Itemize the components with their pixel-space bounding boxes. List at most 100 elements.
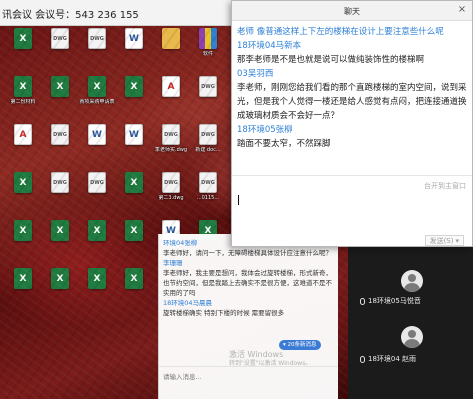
desktop-icon[interactable]: X [41,76,79,120]
video-tile-name: 18环境04 赵雨 [360,354,416,364]
desktop-icon[interactable]: X [78,268,116,312]
desktop-icon-label: 新建 doc... [195,147,221,153]
dwg-icon: DWG [51,28,69,49]
desktop-icon[interactable]: DWG [41,28,79,72]
desktop-icon-label [115,51,153,69]
avatar-icon [401,326,423,348]
desktop-icon-label: 季老师实.dwg [154,147,188,153]
desktop-icon[interactable]: DWG ...0115... [189,172,227,216]
folder-icon [162,28,180,49]
desktop-icon-label [41,195,79,213]
participant-name: 18环境05马悦音 [368,297,421,305]
desktop-icon[interactable]: X 第二份材料 [4,76,42,120]
desktop-icon-label [115,195,153,213]
send-label: 发送(S) [429,236,454,245]
message-text: 李老师好，我主要是想问，我体会过旋转楼梯，形式新奇，也节约空间，但是我踏上去确实… [163,269,332,297]
microphone-icon [360,297,365,305]
desktop-icon-label [41,99,79,117]
message-text: 李老师，刚刚您给我们看的那个直跑楼梯的室内空间，说到采光，但是我个人觉得一楼还是… [237,83,467,121]
desktop-icon[interactable]: X 赛项采购申请表 [78,76,116,120]
desktop-icon[interactable]: X [115,172,153,216]
list-item: 18环境05张柳 踏面不要太窄，不然踩脚 [237,123,469,151]
dwg-icon: DWG [199,172,217,193]
desktop-icon-label [115,291,153,309]
desktop-icon[interactable]: X [4,268,42,312]
desktop-icon[interactable]: A [4,124,42,168]
divider [159,366,338,367]
avatar-icon [401,270,423,292]
list-item: 18环境04马晨晨 旋转楼梯确实 特别下楼的时候 需要留很多 [163,298,335,318]
message-sender: 03吴羽西 [237,69,274,79]
excel-icon: X [14,28,32,49]
chat-title: 聊天 [344,7,360,16]
excel-icon: X [125,268,143,289]
excel-icon: X [14,76,32,97]
desktop-icon[interactable]: DWG [41,124,79,168]
chat-messages: 老师 像普通这样上下左的楼梯在设计上要注意些什么呢 18环境04马新本 那李老师… [237,25,469,170]
desktop-icon-label [78,243,116,261]
desktop-icon-label [78,195,116,213]
desktop-icon-label [115,147,153,165]
text-caret [238,195,239,205]
message-text: 李老师好，请问一下，无障碍楼梯具体设计应注意什么呢？ [163,249,332,257]
merge-to-main-window-link[interactable]: 台开到主窗口 [424,181,466,191]
desktop-icon-label [4,195,42,213]
desktop-icon[interactable]: W [115,124,153,168]
desktop-icon[interactable]: W [115,28,153,72]
excel-icon: X [14,268,32,289]
desktop-icon[interactable]: X [115,268,153,312]
desktop-icon-label: 第二3.dwg [158,195,184,201]
desktop-icon-label [152,99,190,117]
desktop-icon[interactable]: X [115,76,153,120]
list-item: 老师 像普通这样上下左的楼梯在设计上要注意些什么呢 [237,25,469,39]
participant-name: 18环境04 赵雨 [368,355,417,363]
desktop-icon[interactable]: X [115,220,153,264]
desktop-icon[interactable]: DWG [78,28,116,72]
word-icon: W [88,124,106,145]
excel-icon: X [14,172,32,193]
chat-header[interactable]: 聊天 × [232,1,472,21]
desktop-icon[interactable]: X [41,220,79,264]
chat-panel-input[interactable] [163,370,333,384]
desktop-icon-label [41,243,79,261]
dwg-icon: DWG [51,124,69,145]
desktop-icon[interactable]: DWG 第二3.dwg [152,172,190,216]
desktop-icon[interactable] [152,28,190,72]
chat-input[interactable] [236,191,468,229]
new-messages-badge[interactable]: ▾ 20条新消息 [279,340,321,350]
desktop-icon[interactable]: DWG [78,172,116,216]
chat-window: 聊天 × 老师 像普通这样上下左的楼梯在设计上要注意些什么呢 18环境04马新本… [231,0,473,247]
dwg-icon: DWG [88,28,106,49]
dwg-icon: DWG [162,124,180,145]
desktop-icon[interactable]: X [78,220,116,264]
desktop-icon[interactable]: X [4,28,42,72]
chevron-down-icon[interactable]: ▾ [455,237,459,245]
desktop-icon[interactable]: DWG [41,172,79,216]
desktop-icon[interactable]: X [4,220,42,264]
desktop-icon[interactable]: X [4,172,42,216]
video-tile-name: 18环境05马悦音 [360,296,421,306]
excel-icon: X [125,220,143,241]
close-icon[interactable]: × [456,4,468,16]
message-sender: 18环境04马晨晨 [163,299,213,307]
desktop-icon[interactable]: W [78,124,116,168]
excel-icon: X [88,76,106,97]
pdf-icon: A [14,124,32,145]
desktop-icon-label [41,291,79,309]
divider [232,175,472,176]
desktop-icon[interactable]: A [152,76,190,120]
message-text: 那李老师是不是也就是说可以做纯装饰性的楼梯啊 [237,55,425,65]
excel-icon: X [51,268,69,289]
desktop-icon[interactable]: DWG [189,76,227,120]
desktop-icon-label [4,291,42,309]
desktop-icon-label [4,243,42,261]
desktop-icon[interactable]: DWG 新建 doc... [189,124,227,168]
microphone-icon [360,355,365,363]
list-item: 03吴羽西 李老师，刚刚您给我们看的那个直跑楼梯的室内空间，说到采光，但是我个人… [237,67,469,123]
send-button[interactable]: 发送(S) ▾ [424,235,464,246]
desktop-icon[interactable]: X [41,268,79,312]
desktop-icon[interactable]: 软件 [189,28,227,72]
desktop-icon[interactable]: DWG 季老师实.dwg [152,124,190,168]
desktop-icon-label [4,147,42,165]
message-text: 旋转楼梯确实 特别下楼的时候 需要留很多 [163,309,285,317]
